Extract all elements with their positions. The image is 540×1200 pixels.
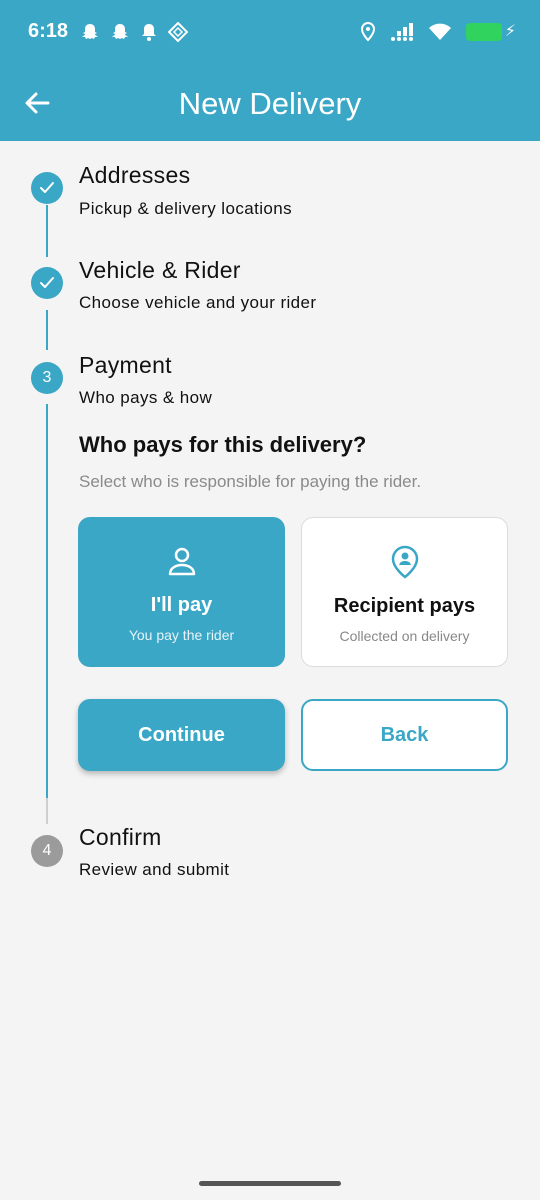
option-i-pay-title: I'll pay	[150, 594, 213, 616]
option-i-pay[interactable]: I'll pay You pay the rider	[78, 517, 285, 667]
step-1-marker	[31, 172, 63, 204]
step-connector	[46, 404, 48, 798]
app-diamond-icon	[168, 22, 188, 42]
option-i-pay-subtitle: You pay the rider	[128, 627, 235, 643]
option-recipient-pays-subtitle: Collected on delivery	[339, 628, 470, 644]
step-4-marker: 4	[31, 835, 63, 867]
home-indicator[interactable]	[199, 1181, 341, 1186]
step-2-marker	[31, 267, 63, 299]
back-button[interactable]: Back	[301, 699, 508, 771]
step-3-marker: 3	[31, 362, 63, 394]
signal-icon	[391, 23, 413, 41]
check-icon	[40, 182, 54, 193]
step-3-title[interactable]: Payment	[79, 352, 172, 379]
notification-bell-icon	[142, 24, 156, 41]
wifi-icon	[429, 23, 451, 40]
location-icon	[360, 22, 376, 42]
step-1-subtitle: Pickup & delivery locations	[79, 199, 293, 218]
status-bar: 6:18 ⚡	[0, 0, 540, 66]
app-bar: New Delivery	[0, 66, 540, 141]
status-time: 6:18	[28, 20, 69, 42]
person-icon	[168, 547, 195, 576]
location-person-icon	[391, 545, 418, 579]
step-4-subtitle: Review and submit	[79, 860, 230, 879]
system-icons: ⚡	[360, 22, 516, 42]
payment-hint: Select who is responsible for paying the…	[79, 472, 422, 491]
step-connector	[46, 205, 48, 257]
snapchat-icon	[82, 24, 98, 39]
notification-icons	[80, 22, 188, 42]
step-connector	[46, 310, 48, 350]
charging-bolt-icon: ⚡	[504, 23, 516, 40]
step-2-title[interactable]: Vehicle & Rider	[79, 257, 241, 284]
step-2-subtitle: Choose vehicle and your rider	[79, 293, 317, 312]
battery-charging-icon: ⚡	[466, 23, 516, 41]
step-1-title[interactable]: Addresses	[79, 162, 190, 189]
step-3-subtitle: Who pays & how	[79, 388, 213, 407]
snapchat-icon	[112, 24, 128, 39]
continue-button[interactable]: Continue	[78, 699, 285, 771]
option-recipient-pays-title: Recipient pays	[333, 595, 476, 617]
step-4-title[interactable]: Confirm	[79, 824, 162, 851]
page-title: New Delivery	[178, 86, 362, 121]
option-recipient-pays[interactable]: Recipient pays Collected on delivery	[301, 517, 508, 667]
check-icon	[40, 277, 54, 288]
step-connector	[46, 798, 48, 824]
payment-question: Who pays for this delivery?	[79, 432, 367, 457]
